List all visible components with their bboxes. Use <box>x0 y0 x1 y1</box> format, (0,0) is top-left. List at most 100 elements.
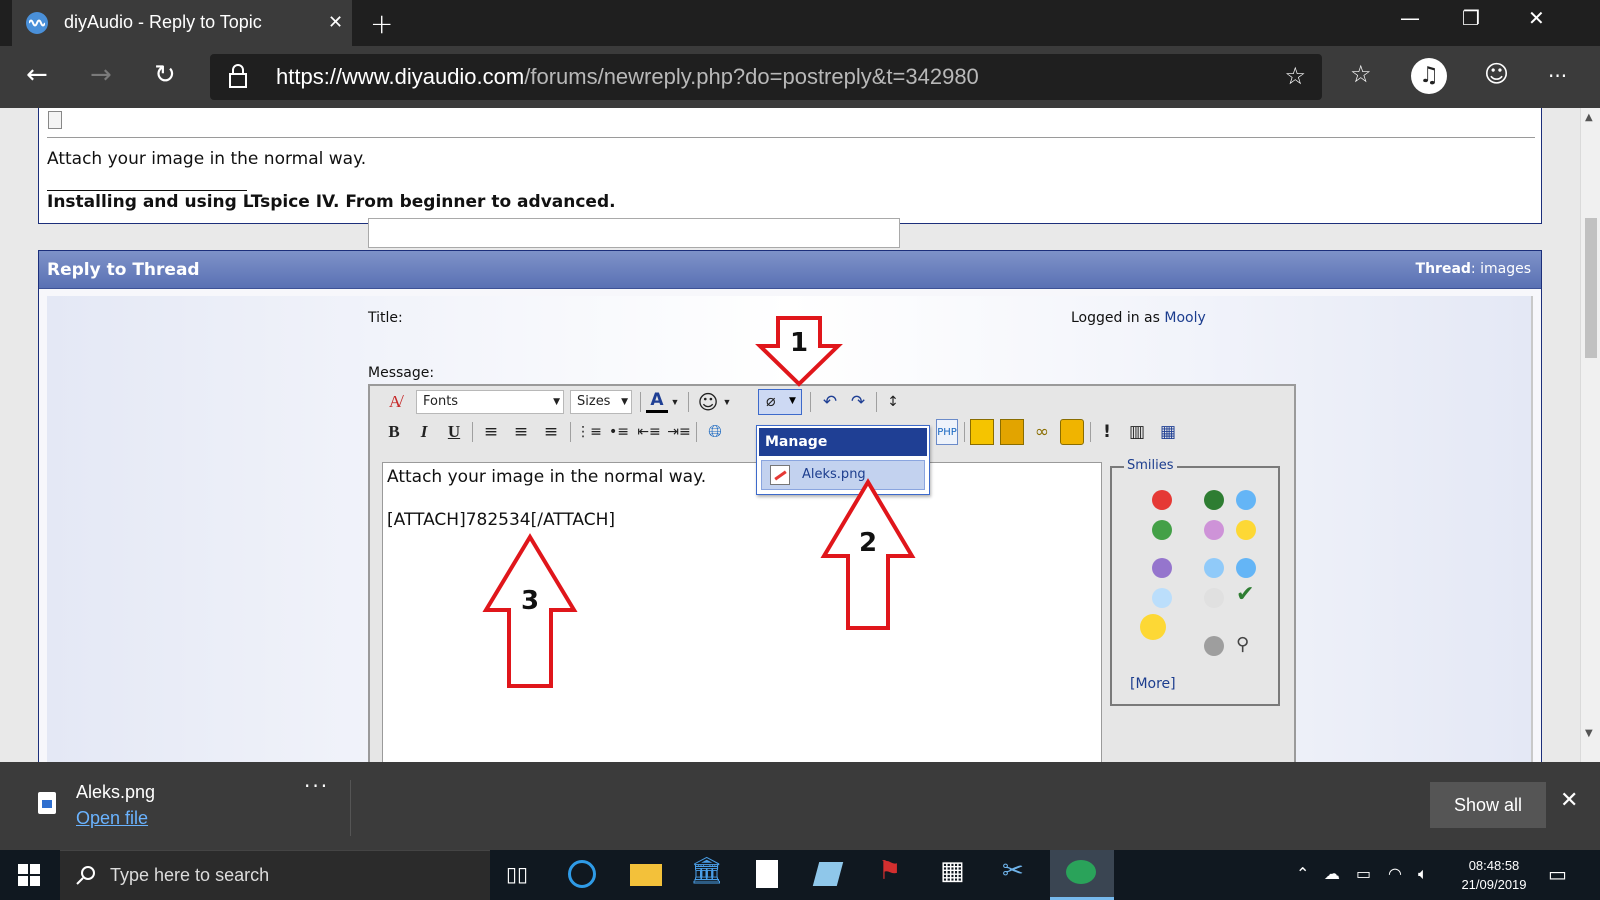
fonts-select[interactable]: Fonts ▼ <box>416 390 564 414</box>
edge-sync-icon[interactable] <box>568 860 596 888</box>
file-explorer-icon[interactable] <box>630 864 662 886</box>
download-more-icon[interactable]: ··· <box>304 774 329 798</box>
align-right-icon[interactable]: ≡ <box>538 419 564 445</box>
show-all-button[interactable]: Show all <box>1430 782 1546 828</box>
table-icon[interactable]: ▦ <box>1156 419 1180 445</box>
music-icon[interactable]: ♫ <box>1411 58 1447 94</box>
wifi-icon[interactable]: ◠ <box>1388 864 1402 883</box>
tray-chevron-icon[interactable]: ⌃ <box>1296 864 1309 883</box>
open-file-link[interactable]: Open file <box>76 808 148 829</box>
snipping-tool-icon[interactable]: ✂ <box>1002 856 1034 888</box>
thread-name[interactable]: images <box>1480 261 1531 277</box>
smilies-dropdown-icon[interactable]: ▼ <box>722 389 732 415</box>
image-file-icon <box>38 792 56 814</box>
smiley-cool-icon[interactable] <box>1152 588 1172 608</box>
forward-icon[interactable]: → <box>90 60 112 90</box>
message-textarea[interactable]: Attach your image in the normal way. [AT… <box>382 462 1102 782</box>
message-line-2: [ATTACH]782534[/ATTACH] <box>387 510 616 530</box>
quote-icon[interactable] <box>970 419 994 445</box>
text-color-icon[interactable]: A <box>646 389 668 413</box>
book-icon[interactable] <box>1000 419 1024 445</box>
microphone-icon[interactable]: ⚲ <box>1236 634 1249 655</box>
bank-icon[interactable]: 🏛︎ <box>690 856 723 888</box>
smiley-tongue-icon[interactable] <box>1204 520 1224 540</box>
text-color-dropdown-icon[interactable]: ▼ <box>670 389 680 415</box>
outdent-icon[interactable]: ⇤≡ <box>636 419 662 445</box>
smiley-sad-icon[interactable] <box>1152 558 1172 578</box>
calculator-icon[interactable]: ▦ <box>940 856 972 888</box>
italic-button[interactable]: I <box>412 419 436 445</box>
address-bar[interactable]: https://www.diyaudio.com/forums/newreply… <box>210 54 1322 100</box>
tab-close-icon[interactable]: ✕ <box>328 12 343 33</box>
smiley-wink-icon[interactable] <box>1236 490 1256 510</box>
smilies-icon[interactable]: ☺ <box>696 389 720 415</box>
new-tab-button[interactable]: + <box>370 7 393 40</box>
underline-button[interactable]: U <box>442 419 466 445</box>
undo-icon[interactable]: ↶ <box>818 389 842 415</box>
flag-app-icon[interactable]: ⚑ <box>878 856 910 888</box>
back-icon[interactable]: ← <box>26 60 48 90</box>
film-icon[interactable]: ▥ <box>1126 419 1148 445</box>
favorites-icon[interactable]: ☆ <box>1350 60 1372 88</box>
manage-attachments-header[interactable]: Manage Attachments <box>759 428 927 478</box>
active-app-highlight[interactable] <box>1050 850 1114 900</box>
volume-icon[interactable]: 🔈︎ <box>1418 864 1428 884</box>
link-globe-icon[interactable]: 🌐︎ <box>702 419 728 445</box>
notes-icon[interactable] <box>812 862 844 886</box>
scroll-up-icon[interactable]: ▲ <box>1585 112 1593 123</box>
align-center-icon[interactable]: ≡ <box>508 419 534 445</box>
star-icon[interactable]: ☆ <box>1284 62 1306 90</box>
ticket-icon[interactable] <box>1060 419 1084 445</box>
smiley-skull-icon[interactable] <box>1204 636 1224 656</box>
attachment-item[interactable]: Aleks.png <box>761 460 925 490</box>
php-icon[interactable]: PHP <box>936 419 958 445</box>
checkmark-icon[interactable]: ✔ <box>1236 582 1254 607</box>
scroll-down-icon[interactable]: ▼ <box>1585 728 1593 739</box>
smiley-green-icon[interactable] <box>1204 490 1224 510</box>
notifications-icon[interactable]: ▭ <box>1548 862 1567 886</box>
align-left-icon[interactable]: ≡ <box>478 419 504 445</box>
sizes-select[interactable]: Sizes ▼ <box>570 390 632 414</box>
refresh-icon[interactable]: ↻ <box>154 60 176 90</box>
toolbar-separator <box>688 392 689 412</box>
smiley-confused-icon[interactable] <box>1204 558 1224 578</box>
chain-link-icon[interactable]: ∞ <box>1030 419 1054 445</box>
download-bar-close-icon[interactable]: ✕ <box>1560 788 1578 813</box>
windows-taskbar: Type here to search ▯▯ 🏛︎ ⚑ ▦ ✂ ⌃ ☁ ▭ ◠ … <box>0 850 1600 900</box>
indent-icon[interactable]: ⇥≡ <box>666 419 692 445</box>
post-signature[interactable]: Installing and using LTspice IV. From be… <box>47 192 616 212</box>
scroll-thumb[interactable] <box>1585 218 1597 358</box>
system-clock[interactable]: 08:48:58 21/09/2019 <box>1454 856 1534 894</box>
smiley-angry-icon[interactable] <box>1152 490 1172 510</box>
more-icon[interactable]: ··· <box>1548 64 1567 88</box>
windows-start-icon[interactable] <box>18 864 40 886</box>
window-close-button[interactable]: ✕ <box>1528 6 1545 30</box>
browser-tab[interactable]: diyAudio - Reply to Topic ✕ <box>12 0 352 46</box>
remove-format-icon[interactable]: A̸ <box>382 389 408 415</box>
search-placeholder: Type here to search <box>110 865 270 885</box>
maximize-button[interactable]: ❐ <box>1462 6 1480 30</box>
document-icon[interactable] <box>756 860 778 888</box>
minimize-button[interactable]: — <box>1400 6 1420 30</box>
smiley-grin-icon[interactable] <box>1152 520 1172 540</box>
unordered-list-icon[interactable]: •≡ <box>606 419 632 445</box>
smiley-blue-icon[interactable] <box>1236 558 1256 578</box>
onedrive-icon[interactable]: ☁ <box>1324 864 1340 883</box>
smiley-icon[interactable]: ☺ <box>1484 60 1509 88</box>
resize-editor-icon[interactable]: ↕ <box>882 389 904 415</box>
taskbar-search[interactable]: Type here to search <box>60 850 490 900</box>
exclamation-icon[interactable]: ! <box>1100 419 1114 445</box>
smiley-smile-icon[interactable] <box>1236 520 1256 540</box>
username-link[interactable]: Mooly <box>1164 310 1205 326</box>
redo-icon[interactable]: ↷ <box>846 389 870 415</box>
ordered-list-icon[interactable]: ⋮≡ <box>576 419 602 445</box>
smiley-eek-icon[interactable] <box>1204 588 1224 608</box>
attachment-button[interactable]: ⌀ ▼ <box>758 389 802 415</box>
bold-button[interactable]: B <box>382 419 406 445</box>
smiley-violin-icon[interactable] <box>1140 614 1166 640</box>
more-smilies-link[interactable]: [More] <box>1130 676 1176 692</box>
task-view-icon[interactable]: ▯▯ <box>506 862 538 894</box>
title-input[interactable] <box>368 218 900 248</box>
battery-icon[interactable]: ▭ <box>1356 864 1371 883</box>
page-scrollbar[interactable]: ▲ ▼ <box>1580 108 1600 762</box>
